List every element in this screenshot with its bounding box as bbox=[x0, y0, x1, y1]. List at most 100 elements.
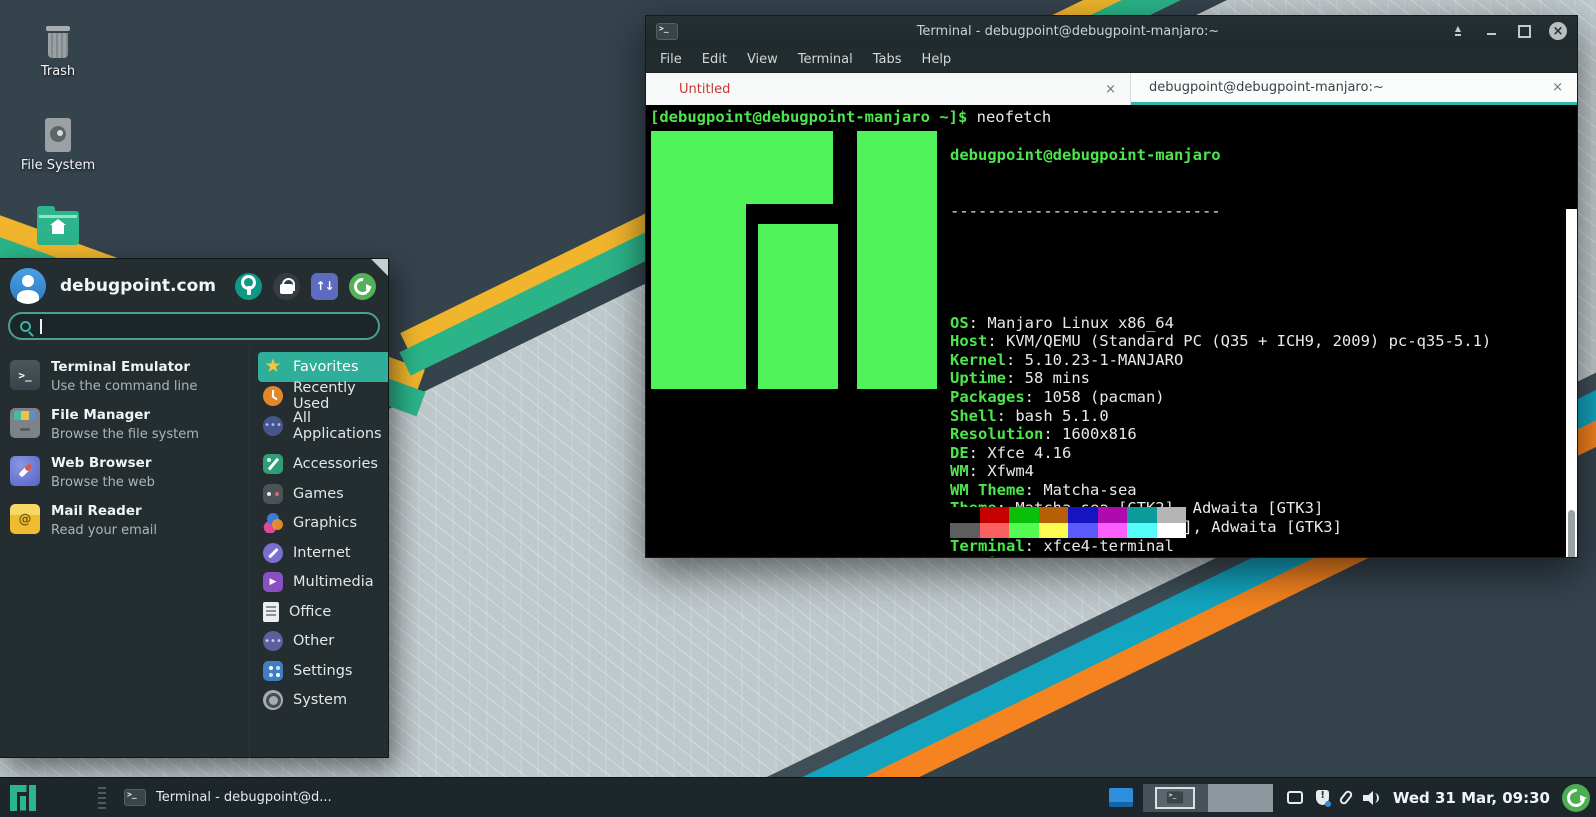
tab-bar: Untitled debugpoint@debugpoint-manjaro:~ bbox=[646, 73, 1577, 105]
manjaro-logo-icon bbox=[10, 785, 36, 811]
system-tray bbox=[1287, 790, 1381, 806]
log-out-icon[interactable] bbox=[349, 273, 376, 300]
neofetch-line: Kernel: 5.10.23-1-MANJARO bbox=[950, 351, 1491, 370]
sound-wave bbox=[1370, 793, 1379, 803]
menu-header: debugpoint.com bbox=[0, 259, 388, 310]
neofetch-line: Packages: 1058 (pacman) bbox=[950, 388, 1491, 407]
app-item-file-manager[interactable]: File ManagerBrowse the file system bbox=[0, 399, 249, 447]
taskbar-window-button[interactable]: Terminal - debugpoint@d... bbox=[124, 789, 332, 806]
search-input[interactable] bbox=[8, 312, 380, 340]
menubar-item[interactable]: Terminal bbox=[788, 52, 863, 67]
terminal-scrollbar[interactable] bbox=[1566, 209, 1577, 557]
neofetch-label: DE bbox=[950, 444, 969, 462]
scrollbar-thumb[interactable] bbox=[1568, 510, 1575, 557]
menubar-item[interactable]: Edit bbox=[692, 52, 737, 67]
category-label: Games bbox=[293, 486, 344, 502]
menubar-item[interactable]: File bbox=[650, 52, 692, 67]
color-swatch bbox=[1009, 507, 1039, 523]
clock[interactable]: Wed 31 Mar, 09:30 bbox=[1393, 789, 1550, 807]
lock-screen-icon[interactable] bbox=[273, 273, 300, 300]
shade-window-icon[interactable] bbox=[1450, 23, 1466, 39]
app-item-mail-reader[interactable]: Mail ReaderRead your email bbox=[0, 495, 249, 543]
volume-icon[interactable] bbox=[1363, 790, 1381, 806]
switch-user-icon[interactable] bbox=[311, 273, 338, 300]
category-multimedia[interactable]: Multimedia bbox=[258, 568, 388, 598]
category-settings[interactable]: Settings bbox=[258, 656, 388, 686]
neofetch-info: debugpoint@debugpoint-manjaro ----------… bbox=[950, 109, 1491, 557]
workspace-pager[interactable] bbox=[1143, 784, 1273, 812]
desktop-icon-home-folder[interactable] bbox=[13, 206, 103, 251]
document-icon bbox=[263, 602, 279, 622]
tab-label: Untitled bbox=[679, 82, 1097, 97]
tab-label: debugpoint@debugpoint-manjaro:~ bbox=[1149, 80, 1544, 95]
neofetch-value: : 5.10.23-1-MANJARO bbox=[1006, 351, 1183, 369]
color-swatch bbox=[1039, 507, 1069, 523]
color-swatch bbox=[1157, 523, 1187, 539]
desktop-icon-trash[interactable]: Trash bbox=[13, 26, 103, 79]
category-internet[interactable]: Internet bbox=[258, 538, 388, 568]
paperclip-icon[interactable] bbox=[1338, 789, 1354, 806]
globe-icon bbox=[263, 543, 283, 563]
color-swatch bbox=[980, 523, 1010, 539]
category-label: Office bbox=[289, 604, 331, 620]
close-window-icon[interactable] bbox=[1549, 22, 1567, 40]
category-graphics[interactable]: Graphics bbox=[258, 509, 388, 539]
workspace-2[interactable] bbox=[1208, 784, 1273, 812]
desktop-icon-file-system[interactable]: File System bbox=[13, 118, 103, 173]
clipboard-tray-icon[interactable] bbox=[1287, 791, 1303, 804]
neofetch-line: WM Theme: Matcha-sea bbox=[950, 481, 1491, 500]
category-accessories[interactable]: Accessories bbox=[258, 450, 388, 480]
desktop: Trash File System Terminal - debugpoint@… bbox=[0, 0, 1596, 817]
home-folder-icon bbox=[37, 211, 79, 245]
category-label: Accessories bbox=[293, 456, 378, 472]
close-tab-icon[interactable] bbox=[1105, 82, 1116, 97]
trash-icon bbox=[45, 26, 71, 58]
mail-reader-icon bbox=[10, 504, 40, 534]
neofetch-value: : Xfce 4.16 bbox=[969, 444, 1072, 462]
terminal-app-icon bbox=[124, 789, 146, 806]
neofetch-label: Terminal Font bbox=[950, 555, 1071, 557]
app-item-web-browser[interactable]: Web BrowserBrowse the web bbox=[0, 447, 249, 495]
workspace-1[interactable] bbox=[1143, 784, 1208, 812]
app-item-terminal-emulator[interactable]: Terminal EmulatorUse the command line bbox=[0, 351, 249, 399]
close-tab-icon[interactable] bbox=[1552, 80, 1563, 95]
category-games[interactable]: Games bbox=[258, 479, 388, 509]
tab-active-session[interactable]: debugpoint@debugpoint-manjaro:~ bbox=[1131, 73, 1577, 105]
terminal-emulator-icon bbox=[10, 360, 40, 390]
security-shield-icon[interactable] bbox=[1316, 790, 1329, 805]
category-favorites[interactable]: Favorites bbox=[258, 352, 388, 382]
gamepad-icon bbox=[263, 484, 283, 504]
tab-untitled[interactable]: Untitled bbox=[646, 73, 1131, 105]
maximize-icon[interactable] bbox=[1516, 23, 1532, 39]
all-settings-icon[interactable] bbox=[235, 273, 262, 300]
terminal-output[interactable]: [debugpoint@debugpoint-manjaro ~]$ neofe… bbox=[646, 105, 1577, 557]
menu-resize-grip[interactable] bbox=[371, 259, 388, 276]
gear-icon bbox=[263, 690, 283, 710]
color-swatch bbox=[1039, 523, 1069, 539]
neofetch-label: WM Theme bbox=[950, 481, 1025, 499]
menubar-item[interactable]: Tabs bbox=[863, 52, 912, 67]
neofetch-line: Host: KVM/QEMU (Standard PC (Q35 + ICH9,… bbox=[950, 332, 1491, 351]
category-other[interactable]: Other bbox=[258, 627, 388, 657]
category-office[interactable]: Office bbox=[258, 597, 388, 627]
search-icon bbox=[20, 321, 31, 332]
user-avatar[interactable] bbox=[10, 268, 46, 304]
menubar-item[interactable]: Help bbox=[912, 52, 962, 67]
play-icon bbox=[263, 572, 283, 592]
neofetch-title: debugpoint@debugpoint-manjaro bbox=[950, 146, 1491, 165]
titlebar[interactable]: Terminal - debugpoint@debugpoint-manjaro… bbox=[646, 16, 1577, 46]
panel-drag-handle[interactable] bbox=[98, 787, 106, 809]
neofetch-line: Terminal Font: Monospace 12 bbox=[950, 555, 1491, 557]
applications-menu-button[interactable] bbox=[0, 778, 46, 817]
category-system[interactable]: System bbox=[258, 686, 388, 716]
category-all-applications[interactable]: All Applications bbox=[258, 411, 388, 441]
menubar-item[interactable]: View bbox=[737, 52, 788, 67]
window-title: Terminal - debugpoint@debugpoint-manjaro… bbox=[686, 24, 1450, 39]
minimize-icon[interactable] bbox=[1483, 23, 1499, 39]
category-label: Multimedia bbox=[293, 574, 374, 590]
show-desktop-icon[interactable] bbox=[1109, 788, 1133, 807]
favorite-apps-list: Terminal EmulatorUse the command line Fi… bbox=[0, 346, 250, 766]
manjaro-ascii-logo bbox=[651, 131, 937, 389]
category-recently-used[interactable]: Recently Used bbox=[258, 382, 388, 412]
green-session-icon[interactable] bbox=[1562, 784, 1590, 812]
